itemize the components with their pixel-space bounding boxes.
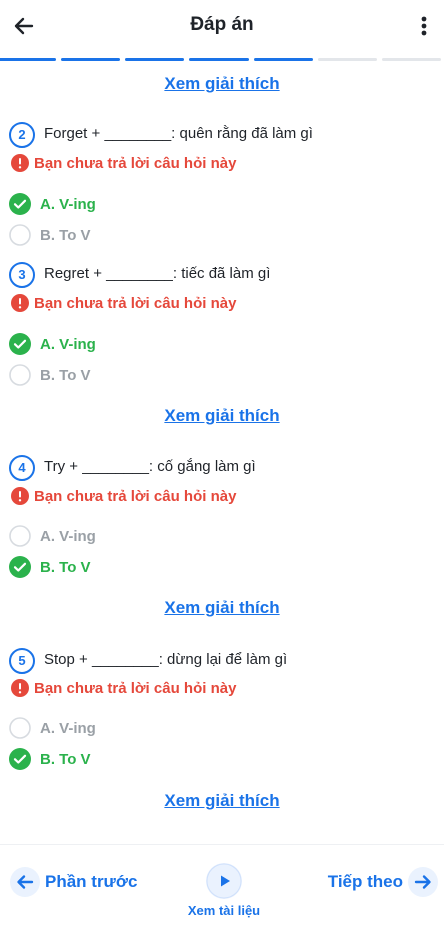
progress-segment [317,58,377,61]
option-label: B. To V [40,559,91,576]
option-label: B. To V [40,367,91,384]
play-icon [206,863,242,899]
alert-icon [11,154,29,172]
empty-circle-icon [9,525,31,547]
more-options-button[interactable] [414,12,434,40]
alert-icon [11,679,29,697]
question-number-badge: 4 [9,455,35,481]
question-number-badge: 2 [9,122,35,148]
option-label: A. V-ing [40,528,96,545]
check-circle-icon [9,193,31,215]
question-number-badge: 3 [9,262,35,288]
warning-text: Bạn chưa trả lời câu hỏi này [34,680,237,697]
empty-circle-icon [9,717,31,739]
page-title: Đáp án [190,14,254,35]
option-label: A. V-ing [40,196,96,213]
progress-segments [0,58,444,62]
arrow-right-icon [408,867,438,897]
progress-segment [125,58,185,61]
explain-link[interactable]: Xem giải thích [0,406,444,426]
empty-circle-icon [9,364,31,386]
previous-section-button[interactable]: Phần trước [10,867,150,899]
question-text: Try + ________: cố gắng làm gì [44,458,256,475]
view-documents-button[interactable]: Xem tài liệu [182,863,266,923]
option-label: B. To V [40,227,91,244]
question-text: Regret + ________: tiếc đã làm gì [44,265,271,282]
explain-link[interactable]: Xem giải thích [0,791,444,811]
bottom-nav: Phần trước Xem tài liệu Tiếp theo [0,844,444,928]
alert-icon [11,487,29,505]
question-text: Forget + ________: quên rằng đã làm gì [44,125,313,142]
warning-text: Bạn chưa trả lời câu hỏi này [34,295,237,312]
option-label: A. V-ing [40,720,96,737]
warning-text: Bạn chưa trả lời câu hỏi này [34,155,237,172]
option-label: B. To V [40,751,91,768]
alert-icon [11,294,29,312]
progress-segment [189,58,249,61]
progress-segment [253,58,313,61]
progress-segment [381,58,441,61]
warning-text: Bạn chưa trả lời câu hỏi này [34,488,237,505]
question-number-badge: 5 [9,648,35,674]
check-circle-icon [9,748,31,770]
progress-segment [0,58,57,61]
explain-link[interactable]: Xem giải thích [0,74,444,94]
check-circle-icon [9,333,31,355]
check-circle-icon [9,556,31,578]
explain-link[interactable]: Xem giải thích [0,598,444,618]
option-label: A. V-ing [40,336,96,353]
more-vertical-icon [421,16,427,36]
documents-label: Xem tài liệu [187,903,261,918]
progress-segment [61,58,121,61]
previous-label: Phần trước [45,872,138,891]
header-bar: Đáp án [0,0,444,58]
empty-circle-icon [9,224,31,246]
next-label: Tiếp theo [327,872,403,891]
next-button[interactable]: Tiếp theo [318,867,438,899]
question-text: Stop + ________: dừng lại để làm gì [44,651,288,668]
arrow-left-icon [10,867,40,897]
